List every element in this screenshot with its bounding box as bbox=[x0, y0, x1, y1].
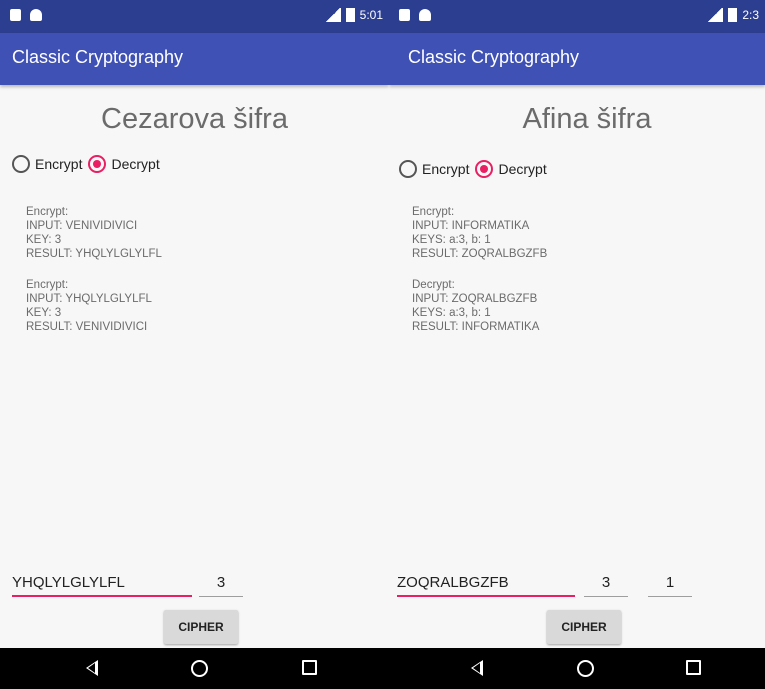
nav-bar bbox=[389, 648, 765, 689]
key-input-field[interactable]: 3 bbox=[199, 572, 243, 597]
app-bar: Classic Cryptography bbox=[0, 33, 389, 85]
back-icon[interactable] bbox=[471, 660, 483, 676]
input-underline bbox=[12, 595, 192, 597]
home-icon[interactable] bbox=[191, 660, 208, 677]
nav-bar bbox=[0, 648, 389, 689]
input-underline bbox=[397, 595, 575, 597]
signal-icon bbox=[707, 8, 724, 22]
example-line: KEYS: a:3, b: 1 bbox=[412, 307, 491, 319]
decrypt-radio-label[interactable]: Decrypt bbox=[111, 156, 159, 172]
example-line: RESULT: ZOQRALBGZFB bbox=[412, 248, 548, 260]
example-line: INPUT: VENIVIDIVICI bbox=[26, 220, 138, 232]
example-line: Encrypt: bbox=[26, 279, 69, 291]
decrypt-radio[interactable] bbox=[88, 155, 107, 173]
key-a-input-value: 3 bbox=[601, 574, 611, 591]
mode-radio-group: Encrypt Decrypt bbox=[12, 155, 166, 173]
example-line: KEY: 3 bbox=[26, 234, 62, 246]
status-time: 5:01 bbox=[359, 8, 383, 22]
sd-card-icon bbox=[399, 9, 410, 21]
key-b-input-value: 1 bbox=[665, 574, 675, 591]
example-line: Encrypt: bbox=[26, 206, 69, 218]
input-underline bbox=[199, 596, 243, 597]
example-line: INPUT: ZOQRALBGZFB bbox=[412, 293, 538, 305]
key-a-input-field[interactable]: 3 bbox=[584, 572, 628, 597]
encrypt-radio-label[interactable]: Encrypt bbox=[422, 161, 469, 177]
battery-icon bbox=[728, 8, 738, 22]
text-input-field[interactable]: ZOQRALBGZFB bbox=[397, 572, 575, 597]
example-line: RESULT: INFORMATIKA bbox=[412, 321, 540, 333]
example-line: RESULT: VENIVIDIVICI bbox=[26, 321, 148, 333]
input-underline bbox=[648, 596, 692, 597]
example-line: KEYS: a:3, b: 1 bbox=[412, 234, 491, 246]
input-underline bbox=[584, 596, 628, 597]
status-time: 2:3 bbox=[742, 8, 759, 22]
sd-card-icon bbox=[10, 9, 21, 21]
android-icon bbox=[419, 9, 431, 21]
status-bar: 2:3 bbox=[389, 0, 765, 33]
app-title: Classic Cryptography bbox=[408, 47, 580, 67]
example-line: RESULT: YHQLYLGLYLFL bbox=[26, 248, 162, 260]
text-input-value: YHQLYLGLYLFL bbox=[12, 574, 125, 591]
example-line: INPUT: YHQLYLGLYLFL bbox=[26, 293, 152, 305]
cipher-heading: Cezarova šifra bbox=[101, 103, 288, 135]
example-block: Encrypt: INPUT: INFORMATIKA KEYS: a:3, b… bbox=[412, 205, 547, 261]
decrypt-radio-label[interactable]: Decrypt bbox=[498, 161, 546, 177]
encrypt-radio-label[interactable]: Encrypt bbox=[35, 156, 82, 172]
encrypt-radio[interactable] bbox=[399, 160, 417, 178]
status-bar: 5:01 bbox=[0, 0, 389, 33]
example-block: Encrypt: INPUT: YHQLYLGLYLFL KEY: 3 RESU… bbox=[26, 278, 162, 334]
key-b-input-field[interactable]: 1 bbox=[648, 572, 692, 597]
mode-radio-group: Encrypt Decrypt bbox=[399, 160, 553, 178]
home-icon[interactable] bbox=[577, 660, 594, 677]
example-line: KEY: 3 bbox=[26, 307, 62, 319]
battery-icon bbox=[345, 8, 355, 22]
app-title: Classic Cryptography bbox=[12, 47, 184, 67]
cipher-button[interactable]: CIPHER bbox=[547, 610, 621, 644]
example-block: Encrypt: INPUT: VENIVIDIVICI KEY: 3 RESU… bbox=[26, 205, 162, 261]
text-input-field[interactable]: YHQLYLGLYLFL bbox=[12, 572, 192, 597]
example-text: Encrypt: INPUT: INFORMATIKA KEYS: a:3, b… bbox=[412, 205, 547, 351]
example-line: INPUT: INFORMATIKA bbox=[412, 220, 530, 232]
key-input-value: 3 bbox=[216, 574, 226, 591]
decrypt-radio[interactable] bbox=[475, 160, 494, 178]
cipher-heading: Afina šifra bbox=[522, 103, 652, 135]
example-line: Encrypt: bbox=[412, 206, 455, 218]
app-bar: Classic Cryptography bbox=[389, 33, 765, 85]
cipher-button[interactable]: CIPHER bbox=[164, 610, 238, 644]
signal-icon bbox=[324, 8, 341, 22]
affine-cipher-screen: 2:3 Classic Cryptography Afina šifra Enc… bbox=[389, 0, 765, 689]
example-text: Encrypt: INPUT: VENIVIDIVICI KEY: 3 RESU… bbox=[26, 205, 162, 351]
dual-screenshot: 5:01 Classic Cryptography Cezarova šifra… bbox=[0, 0, 765, 689]
example-line: Decrypt: bbox=[412, 279, 455, 291]
recents-icon[interactable] bbox=[686, 660, 701, 675]
recents-icon[interactable] bbox=[302, 660, 317, 675]
android-icon bbox=[30, 9, 42, 21]
example-block: Decrypt: INPUT: ZOQRALBGZFB KEYS: a:3, b… bbox=[412, 278, 547, 334]
back-icon[interactable] bbox=[86, 660, 98, 676]
text-input-value: ZOQRALBGZFB bbox=[397, 574, 509, 591]
encrypt-radio[interactable] bbox=[12, 155, 30, 173]
caesar-cipher-screen: 5:01 Classic Cryptography Cezarova šifra… bbox=[0, 0, 389, 689]
